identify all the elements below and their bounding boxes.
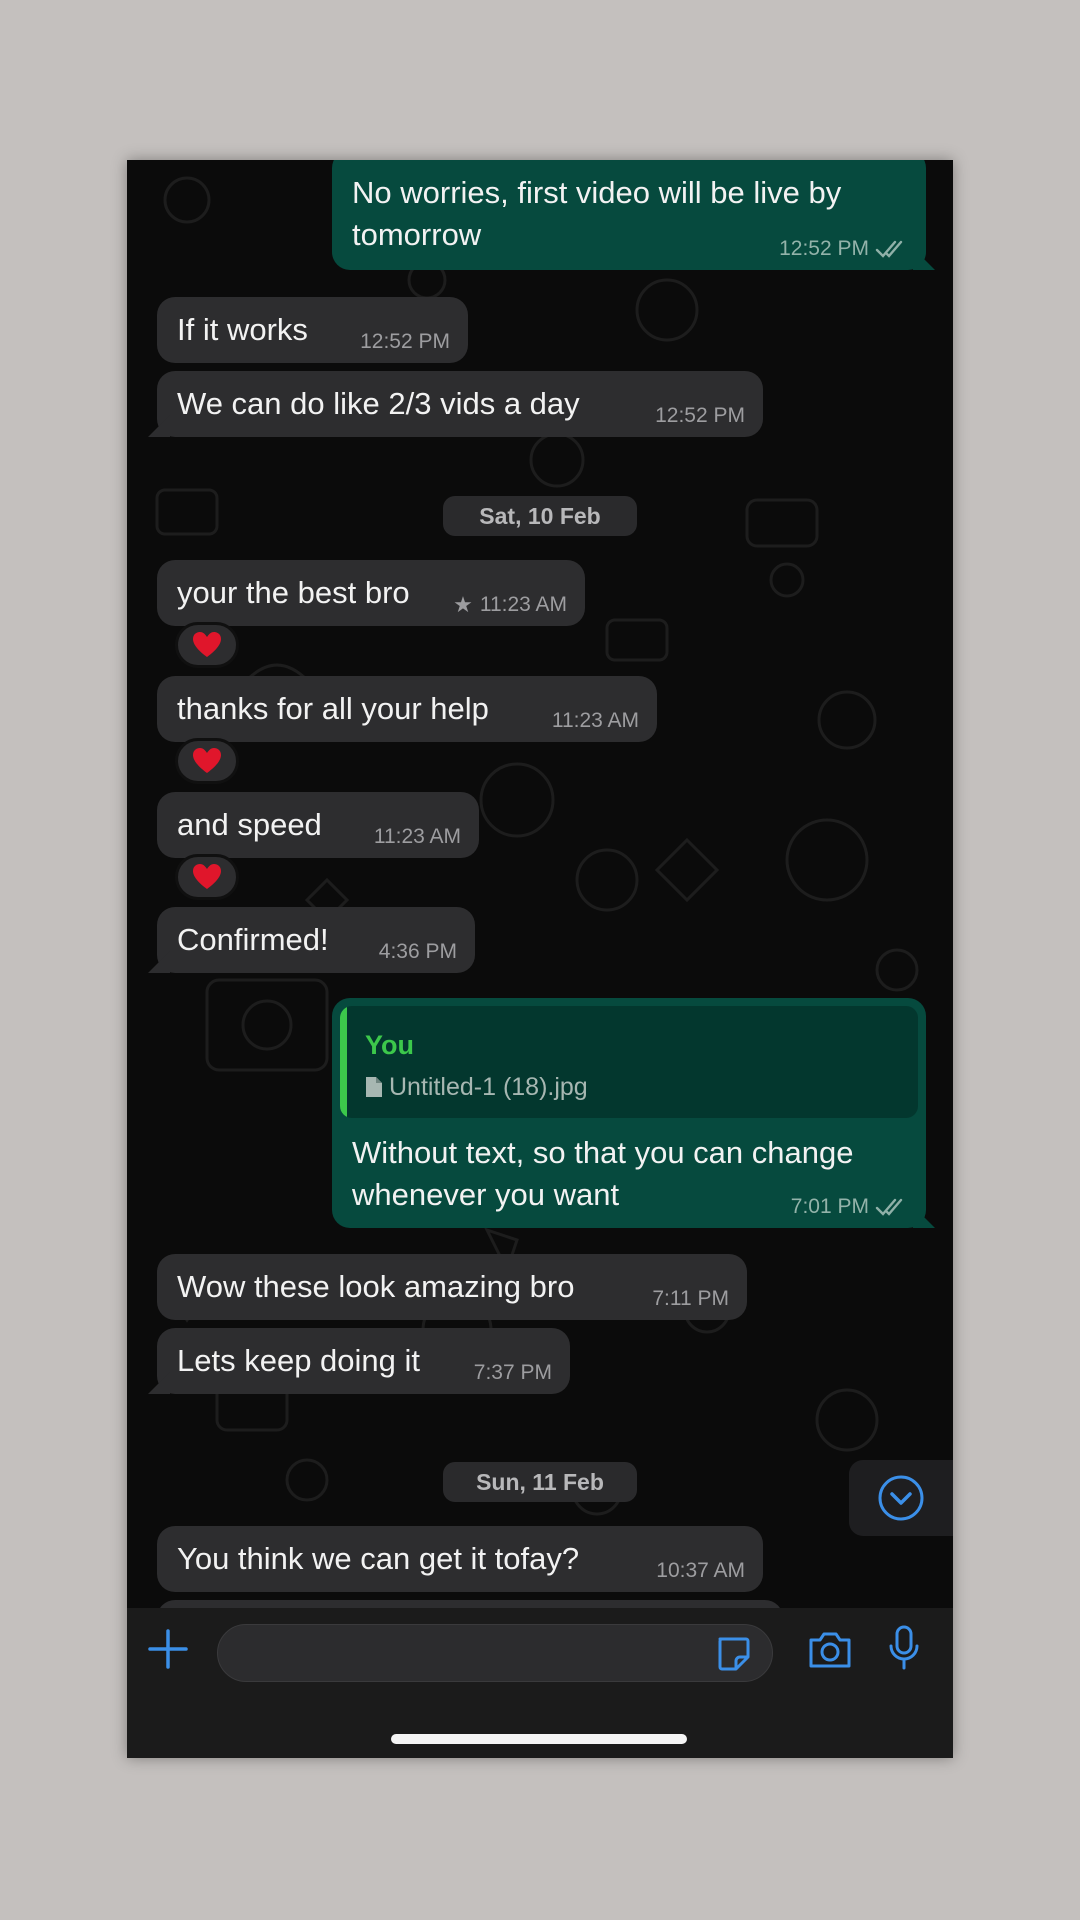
chevron-down-icon [878,1475,924,1521]
quote-bar [340,1006,347,1118]
message-meta: 7:37 PM [474,1360,552,1386]
outgoing-message[interactable]: No worries, first video will be live by … [332,160,926,270]
message-time: 11:23 AM [373,825,461,848]
double-check-icon [875,1198,903,1216]
file-icon [366,1077,382,1097]
incoming-message[interactable]: thanks for all your help 11:23 AM [157,676,657,742]
sticker-icon[interactable] [714,1635,752,1673]
message-time: 12:52 PM [779,237,869,260]
message-time: 7:11 PM [652,1287,729,1310]
message-text: your the best bro [177,575,410,610]
quote-file: Untitled-1 (18).jpg [365,1066,588,1108]
incoming-message[interactable]: Wow these look amazing bro 7:11 PM [157,1254,747,1320]
incoming-message[interactable]: and speed 11:23 AM [157,792,479,858]
message-meta: 12:52 PM [360,329,450,355]
message-text: You think we can get it tofay? [177,1541,580,1576]
reaction-badge[interactable] [175,854,239,900]
heart-icon [193,864,221,889]
quoted-message[interactable]: You Untitled-1 (18).jpg [340,1006,918,1118]
composer-bar [127,1608,953,1758]
incoming-message[interactable]: Confirmed! 4:36 PM [157,907,475,973]
reaction-badge[interactable] [175,738,239,784]
message-time: 11:23 AM [551,709,639,732]
date-chip: Sun, 11 Feb [443,1462,637,1502]
message-text: If it works [177,312,308,347]
message-text: Lets keep doing it [177,1343,421,1378]
message-text: Wow these look amazing bro [177,1269,575,1304]
home-indicator[interactable] [391,1734,687,1744]
message-text: We can do like 2/3 vids a day [177,386,580,421]
message-input[interactable] [217,1624,773,1682]
message-time: 11:23 AM [479,593,567,616]
message-time: 4:36 PM [378,940,457,963]
incoming-message[interactable]: We can do like 2/3 vids a day 12:52 PM [157,371,763,437]
message-meta: ★ 11:23 AM [453,592,567,618]
microphone-icon[interactable] [887,1624,921,1672]
message-text: No worries, first video will be live by … [352,175,842,252]
camera-icon[interactable] [807,1630,853,1670]
message-time: 7:01 PM [790,1195,869,1218]
message-meta: 4:36 PM [379,939,457,965]
message-time: 12:52 PM [360,330,450,353]
message-list[interactable]: No worries, first video will be live by … [127,160,953,1608]
message-meta: 11:23 AM [374,824,461,850]
star-icon: ★ [453,592,473,617]
message-meta: 7:11 PM [652,1286,729,1312]
incoming-message[interactable]: You think we can get it tofay? 10:37 AM [157,1526,763,1592]
message-meta: 12:52 PM [655,403,745,429]
message-time: 10:37 AM [656,1559,745,1582]
message-text: Confirmed! [177,922,329,957]
heart-icon [193,748,221,773]
message-meta: 11:23 AM [552,708,639,734]
message-meta: 12:52 PM [779,236,908,262]
message-text: thanks for all your help [177,691,489,726]
message-text: and speed [177,807,322,842]
scroll-to-bottom-button[interactable] [849,1460,953,1536]
message-meta: 10:37 AM [656,1558,745,1584]
date-chip: Sat, 10 Feb [443,496,637,536]
incoming-message[interactable]: If it works 12:52 PM [157,297,468,363]
outgoing-reply-message[interactable]: You Untitled-1 (18).jpg Without text, so… [332,998,926,1228]
quote-author: You [365,1030,414,1060]
incoming-message[interactable]: Lets keep doing it 7:37 PM [157,1328,570,1394]
phone-screen: No worries, first video will be live by … [127,160,953,1758]
incoming-message[interactable]: your the best bro ★ 11:23 AM [157,560,585,626]
double-check-icon [875,240,903,258]
message-time: 12:52 PM [655,404,745,427]
incoming-message-partial[interactable] [157,1600,783,1608]
message-time: 7:37 PM [473,1361,552,1384]
plus-icon[interactable] [147,1628,189,1670]
heart-icon [193,632,221,657]
quote-file-name: Untitled-1 (18).jpg [389,1073,588,1101]
reaction-badge[interactable] [175,622,239,668]
message-meta: 7:01 PM [791,1194,908,1220]
